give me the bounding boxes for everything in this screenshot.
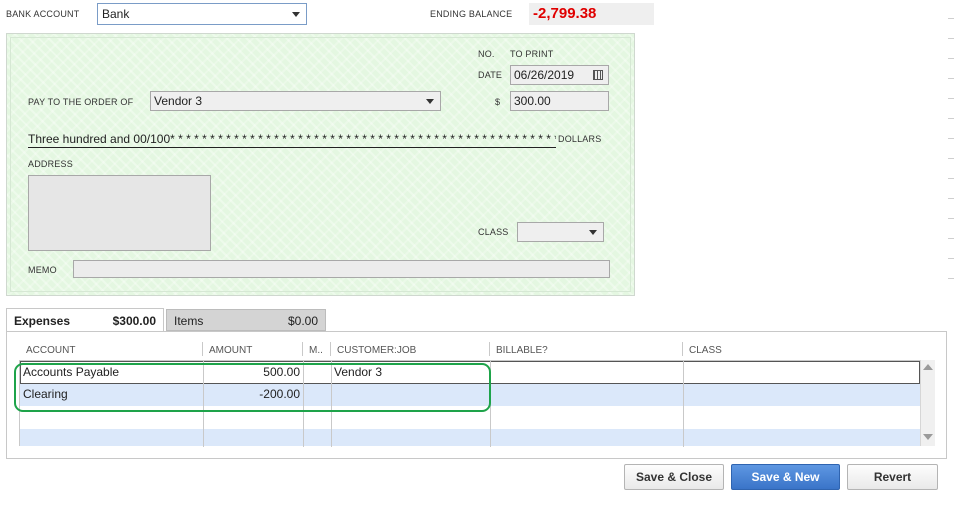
dropdown-arrow-icon	[292, 12, 300, 17]
column-header-billable[interactable]: BILLABLE?	[496, 345, 548, 356]
table-row[interactable]	[20, 429, 920, 446]
table-row[interactable]	[20, 361, 920, 384]
check-amount-value: 300.00	[514, 94, 551, 108]
revert-button[interactable]: Revert	[847, 464, 938, 490]
class-label: CLASS	[478, 227, 509, 237]
dropdown-arrow-icon	[426, 99, 434, 104]
bank-account-dropdown[interactable]: Bank	[97, 3, 307, 25]
bank-account-label: BANK ACCOUNT	[6, 9, 80, 19]
tab-expenses-label: Expenses	[14, 314, 71, 328]
grid-scrollbar[interactable]	[920, 360, 935, 446]
save-close-button[interactable]: Save & Close	[624, 464, 724, 490]
column-divider[interactable]	[302, 342, 303, 356]
tab-expenses[interactable]: Expenses $300.00	[6, 308, 164, 332]
tab-expenses-amount: $300.00	[112, 314, 156, 328]
column-divider[interactable]	[489, 342, 490, 356]
column-divider[interactable]	[202, 342, 203, 356]
column-line	[303, 361, 304, 447]
column-line	[331, 361, 332, 447]
amount-in-words: Three hundred and 00/100* * * * * * * * …	[28, 132, 556, 148]
column-line	[490, 361, 491, 447]
grid-body: Accounts Payable 500.00 Vendor 3 Clearin…	[19, 360, 920, 447]
tab-items-amount: $0.00	[287, 314, 318, 328]
tab-items[interactable]: Items $0.00	[166, 309, 326, 331]
edge-mark	[948, 118, 954, 119]
edge-mark	[948, 18, 954, 19]
memo-field[interactable]	[73, 260, 610, 278]
ending-balance-value: -2,799.38	[529, 3, 654, 25]
edge-mark	[948, 178, 954, 179]
edge-mark	[948, 138, 954, 139]
cell-amount[interactable]: -200.00	[204, 383, 300, 405]
cell-account[interactable]: Clearing	[23, 383, 68, 405]
tab-items-label: Items	[174, 314, 204, 328]
scroll-up-icon[interactable]	[923, 364, 933, 370]
scroll-down-icon[interactable]	[923, 434, 933, 440]
cell-customer-job[interactable]: Vendor 3	[334, 361, 382, 383]
dollars-label: DOLLARS	[558, 134, 602, 144]
table-row[interactable]	[20, 406, 920, 429]
bank-account-value: Bank	[102, 7, 130, 21]
payee-dropdown[interactable]: Vendor 3	[150, 91, 441, 111]
edge-mark	[948, 218, 954, 219]
address-label: ADDRESS	[28, 159, 73, 169]
edge-mark	[948, 98, 954, 99]
edge-mark	[948, 198, 954, 199]
edge-mark	[948, 258, 954, 259]
date-value: 06/26/2019	[514, 68, 575, 82]
pay-to-label: PAY TO THE ORDER OF	[28, 97, 134, 107]
column-header-amount[interactable]: AMOUNT	[209, 345, 252, 356]
class-dropdown[interactable]	[517, 222, 604, 242]
expenses-grid: ACCOUNT AMOUNT M.. CUSTOMER:JOB BILLABLE…	[19, 340, 935, 447]
save-new-button[interactable]: Save & New	[731, 464, 840, 490]
edge-mark	[948, 158, 954, 159]
edge-mark	[948, 78, 954, 79]
edge-mark	[948, 238, 954, 239]
payee-value: Vendor 3	[154, 94, 203, 108]
check-amount-field[interactable]: 300.00	[510, 91, 609, 111]
dropdown-arrow-icon	[589, 230, 597, 235]
cell-amount[interactable]: 500.00	[204, 361, 300, 383]
column-divider[interactable]	[330, 342, 331, 356]
date-label: DATE	[478, 70, 503, 80]
amount-symbol: $	[495, 97, 501, 107]
date-field[interactable]: 06/26/2019	[510, 65, 609, 85]
memo-label: MEMO	[28, 265, 57, 275]
column-header-customer-job[interactable]: CUSTOMER:JOB	[337, 345, 416, 356]
ending-balance-label: ENDING BALANCE	[430, 9, 513, 19]
address-field[interactable]	[28, 175, 211, 251]
check-no-value[interactable]: TO PRINT	[510, 49, 553, 59]
column-line	[683, 361, 684, 447]
column-header-account[interactable]: ACCOUNT	[26, 345, 75, 356]
column-header-class[interactable]: CLASS	[689, 345, 722, 356]
cell-account[interactable]: Accounts Payable	[23, 361, 119, 383]
edge-mark	[948, 58, 954, 59]
calendar-icon[interactable]	[593, 70, 603, 80]
table-row[interactable]	[20, 384, 920, 406]
edge-mark	[948, 278, 954, 279]
edge-mark	[948, 38, 954, 39]
column-divider[interactable]	[682, 342, 683, 356]
column-header-memo[interactable]: M..	[309, 345, 323, 356]
check-no-label: NO.	[478, 49, 495, 59]
